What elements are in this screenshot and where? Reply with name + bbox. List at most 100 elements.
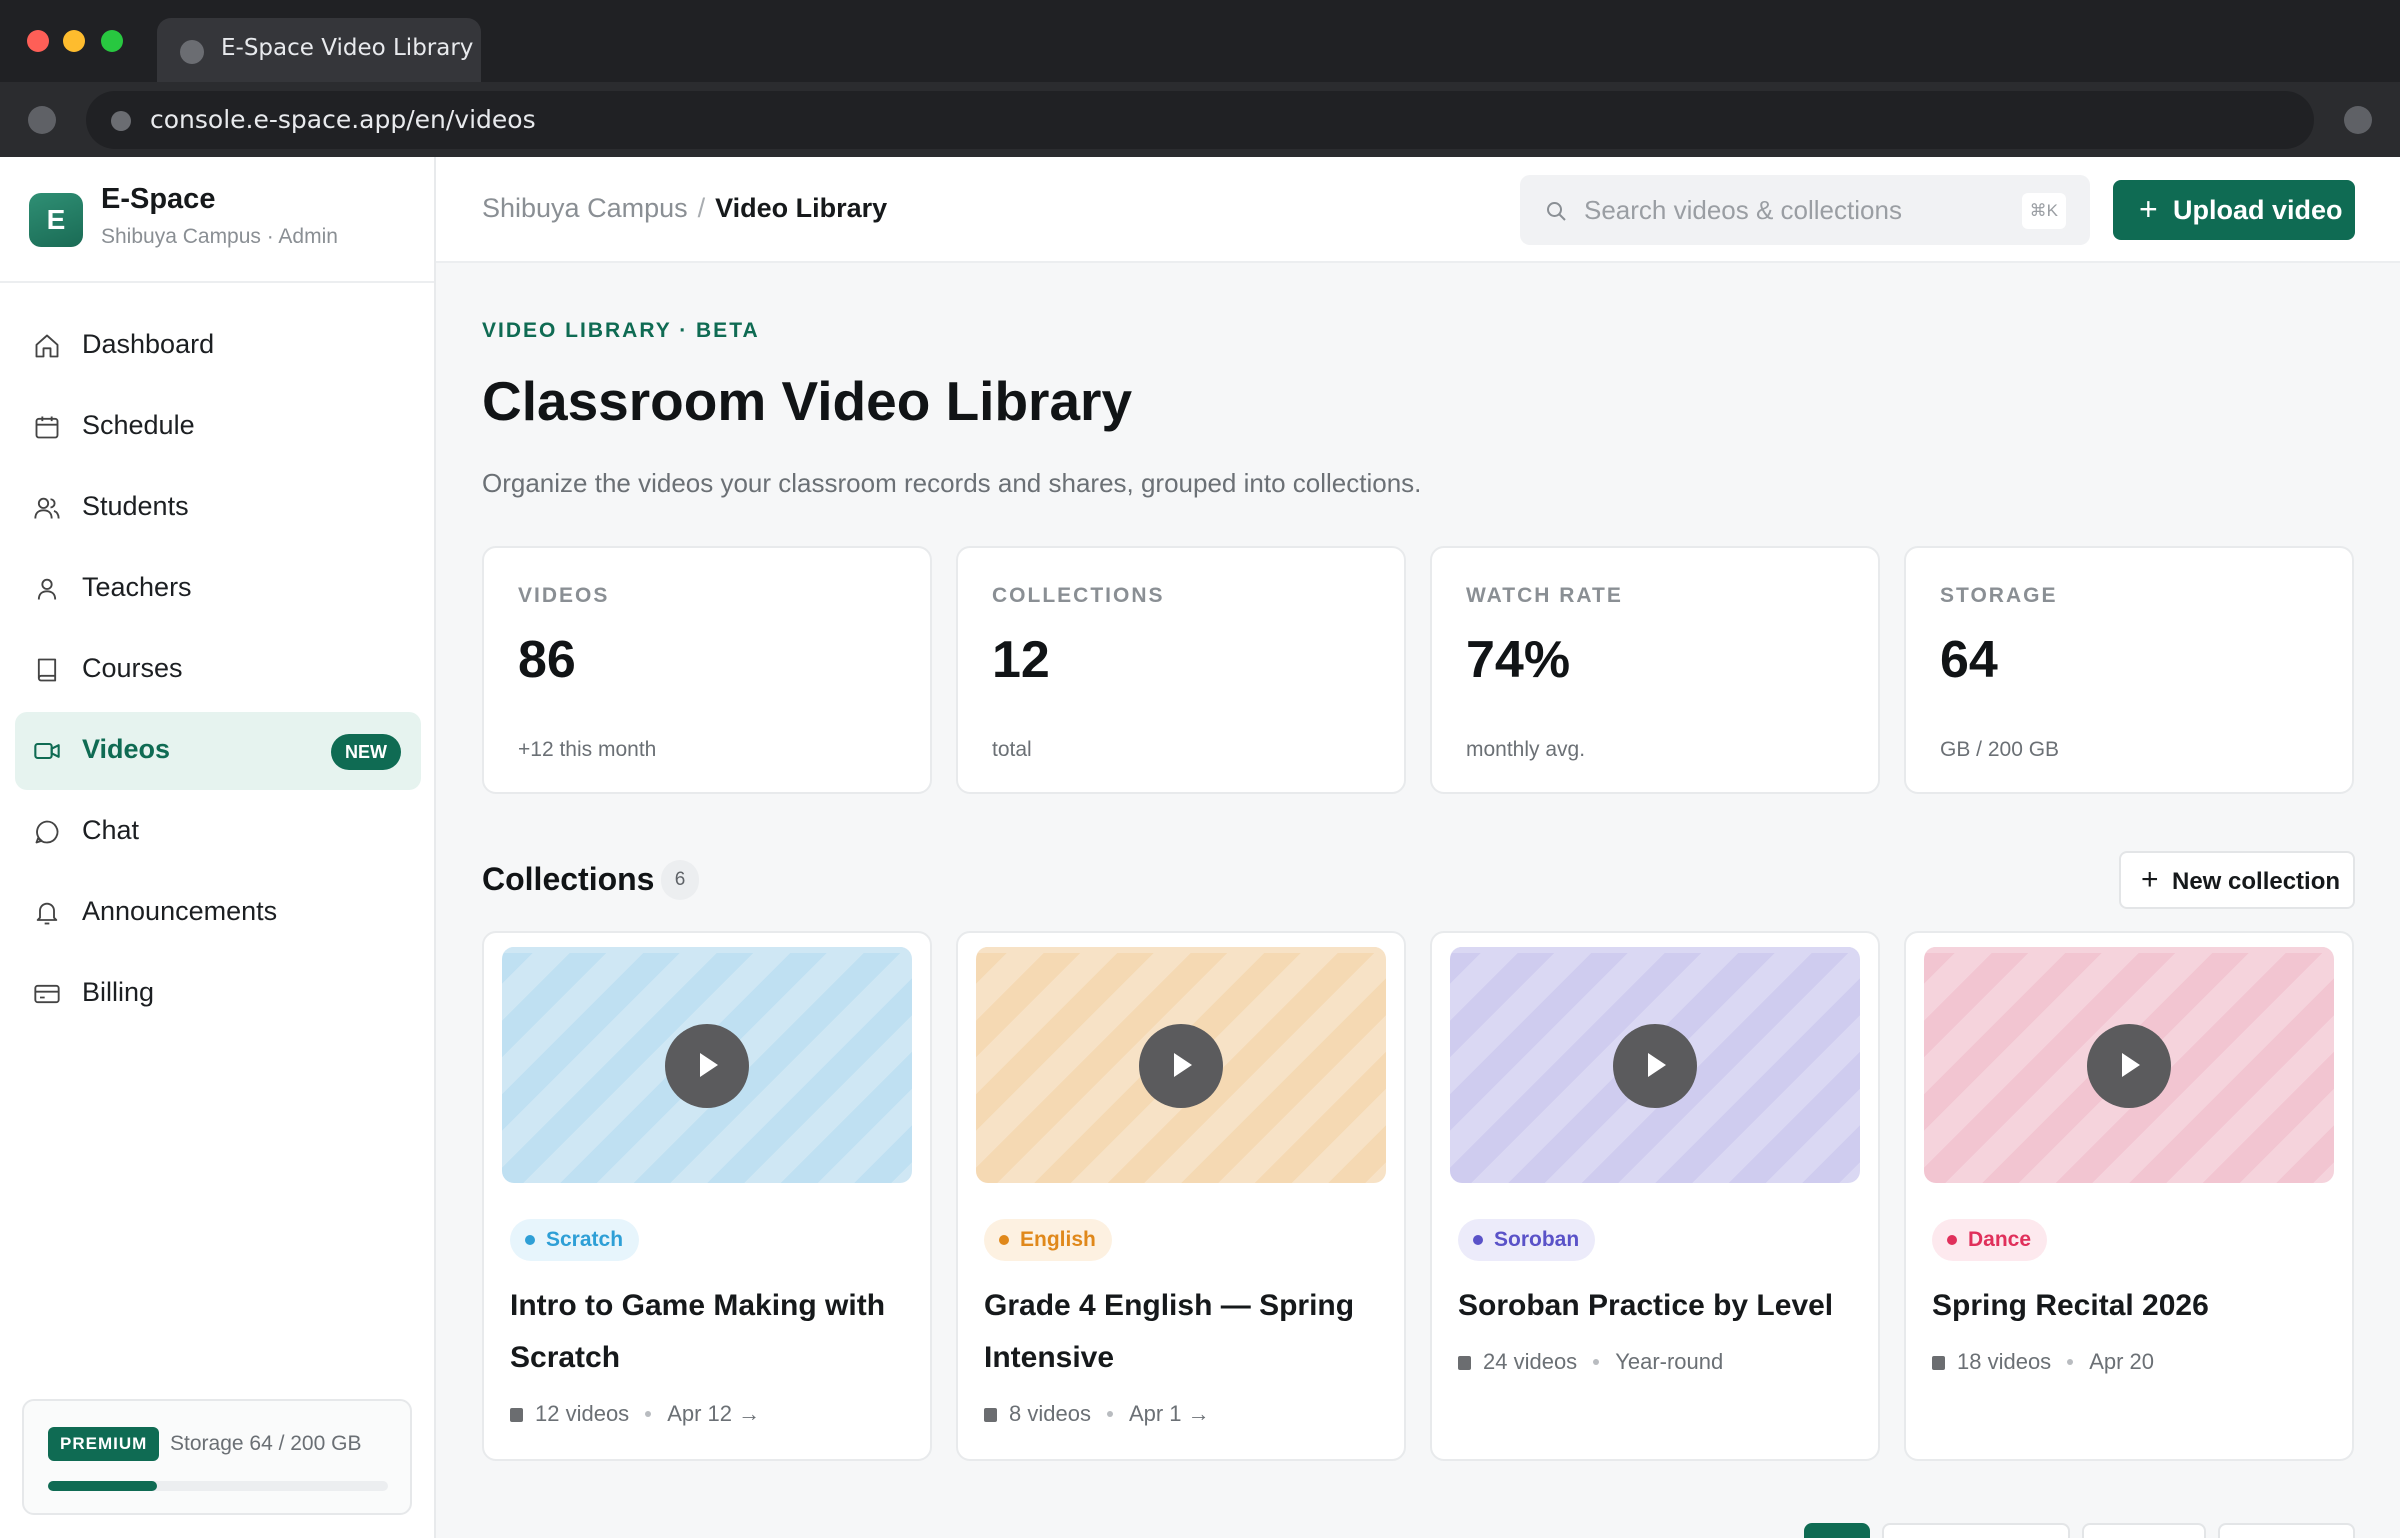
main-content: VIDEO LIBRARY · BETA Classroom Video Lib… [436, 263, 2400, 1538]
search-shortcut-hint: ⌘K [2021, 193, 2066, 229]
storage-usage-text: Storage 64 / 200 GB [170, 1432, 362, 1455]
pagination-page-active[interactable] [1804, 1523, 1870, 1538]
sidebar-item-students[interactable]: Students [15, 469, 421, 547]
browser-tab-title: E-Space Video Library [221, 35, 474, 61]
collection-tag: Scratch [510, 1219, 640, 1261]
new-badge: NEW [331, 734, 401, 770]
collection-card[interactable]: Soroban Soroban Practice by Level 24 vid… [1430, 931, 1880, 1461]
plan-badge: PREMIUM [48, 1427, 160, 1461]
pagination-button[interactable] [2218, 1523, 2355, 1538]
search-icon [1547, 202, 1566, 221]
pagination-button[interactable] [1882, 1523, 2070, 1538]
sidebar-item-schedule[interactable]: Schedule [15, 388, 421, 466]
user-icon [37, 578, 57, 600]
sidebar-item-billing[interactable]: Billing [15, 955, 421, 1033]
collection-title[interactable]: Soroban Practice by Level [1458, 1280, 1858, 1332]
play-button[interactable] [2087, 1024, 2171, 1108]
plan-storage-card[interactable]: PREMIUM Storage 64 / 200 GB [22, 1399, 412, 1515]
tag-dot [1473, 1235, 1483, 1245]
collection-title[interactable]: Grade 4 English — Spring Intensive [984, 1280, 1384, 1384]
window-close-button[interactable] [27, 30, 49, 52]
play-button[interactable] [1613, 1024, 1697, 1108]
collection-card[interactable]: English Grade 4 English — Spring Intensi… [956, 931, 1406, 1461]
meta-separator [645, 1411, 652, 1417]
stat-label: WATCH RATE [1466, 584, 1623, 607]
sidebar-item-chat[interactable]: Chat [15, 793, 421, 871]
address-url[interactable]: console.e-space.app/en/videos [150, 105, 536, 134]
address-bar[interactable]: console.e-space.app/en/videos [86, 91, 2314, 149]
breadcrumb-current: Video Library [715, 193, 888, 223]
search-input[interactable] [1584, 175, 2004, 245]
stat-card-storage: STORAGE 64 GB / 200 GB [1904, 546, 2354, 794]
sidebar-item-teachers[interactable]: Teachers [15, 550, 421, 628]
browser-menu-icon[interactable] [2344, 106, 2372, 134]
breadcrumb-separator: / [697, 193, 706, 223]
upload-video-button[interactable]: + Upload video [2113, 180, 2355, 240]
pagination-button[interactable] [2082, 1523, 2206, 1538]
collection-tag-label: Scratch [546, 1228, 624, 1251]
stat-note: GB / 200 GB [1940, 738, 2060, 761]
collection-video-count: 12 videos [535, 1401, 630, 1426]
sidebar-item-label: Announcements [82, 896, 278, 926]
sidebar-item-courses[interactable]: Courses [15, 631, 421, 709]
tag-dot [1947, 1235, 1957, 1245]
play-icon [700, 1053, 718, 1077]
collection-thumbnail[interactable] [1924, 947, 2334, 1183]
sidebar-item-label: Students [82, 491, 189, 521]
thumbnail-top-strip [1924, 947, 2334, 953]
breadcrumb-parent-link[interactable]: Shibuya Campus [482, 193, 688, 223]
collection-title[interactable]: Intro to Game Making with Scratch [510, 1280, 910, 1384]
new-collection-label: New collection [2172, 868, 2341, 895]
browser-back-icon[interactable] [28, 106, 56, 134]
collection-tag-label: English [1020, 1228, 1096, 1251]
stack-icon [1932, 1356, 1945, 1370]
sidebar-item-label: Teachers [82, 572, 192, 602]
calendar-icon [35, 416, 59, 439]
stack-icon [1458, 1356, 1471, 1370]
sidebar-item-label: Chat [82, 815, 140, 845]
thumbnail-top-strip [502, 947, 912, 953]
new-collection-button[interactable]: + New collection [2119, 851, 2355, 909]
sidebar-item-videos[interactable]: Videos NEW [15, 712, 421, 790]
site-info-icon[interactable] [111, 111, 131, 131]
play-button[interactable] [665, 1024, 749, 1108]
play-icon [2122, 1053, 2140, 1077]
collection-thumbnail[interactable] [1450, 947, 1860, 1183]
browser-tab[interactable]: E-Space Video Library [157, 18, 481, 82]
collections-heading: Collections [482, 861, 655, 897]
chat-icon [35, 820, 59, 844]
collections-count-badge: 6 [661, 860, 699, 900]
meta-separator [2067, 1359, 2074, 1365]
collection-title[interactable]: Spring Recital 2026 [1932, 1280, 2332, 1332]
window-minimize-button[interactable] [63, 30, 85, 52]
stat-value: 12 [992, 631, 1050, 689]
brand-logo: E [29, 193, 83, 247]
collection-meta: 24 videos Year-round [1458, 1349, 1723, 1375]
collection-thumbnail[interactable] [502, 947, 912, 1183]
collection-meta: 12 videos Apr 12 → [510, 1401, 760, 1427]
plus-icon: + [2139, 191, 2158, 227]
breadcrumb: Shibuya Campus / Video Library [482, 193, 887, 224]
search-box[interactable]: ⌘K [1520, 175, 2090, 245]
page-description: Organize the videos your classroom recor… [482, 468, 1422, 498]
sidebar-nav: Dashboard Schedule Students Teachers Cou… [15, 307, 421, 1036]
play-button[interactable] [1139, 1024, 1223, 1108]
sidebar-item-announcements[interactable]: Announcements [15, 874, 421, 952]
collection-thumbnail[interactable] [976, 947, 1386, 1183]
meta-separator [1106, 1411, 1113, 1417]
stat-card-watch-rate: WATCH RATE 74% monthly avg. [1430, 546, 1880, 794]
play-icon [1174, 1053, 1192, 1077]
sidebar-item-dashboard[interactable]: Dashboard [15, 307, 421, 385]
collection-tag-label: Dance [1968, 1228, 2032, 1251]
collection-date: Apr 12 → [667, 1401, 761, 1426]
tag-dot [999, 1235, 1009, 1245]
collection-card[interactable]: Dance Spring Recital 2026 18 videos Apr 2… [1904, 931, 2354, 1461]
collection-meta: 8 videos Apr 1 → [984, 1401, 1210, 1427]
collection-card[interactable]: Scratch Intro to Game Making with Scratc… [482, 931, 932, 1461]
stat-label: COLLECTIONS [992, 584, 1165, 607]
video-icon [34, 742, 60, 760]
thumbnail-top-strip [976, 947, 1386, 953]
sidebar-item-label: Courses [82, 653, 183, 683]
storage-progress-bar [48, 1481, 388, 1491]
window-maximize-button[interactable] [101, 30, 123, 52]
